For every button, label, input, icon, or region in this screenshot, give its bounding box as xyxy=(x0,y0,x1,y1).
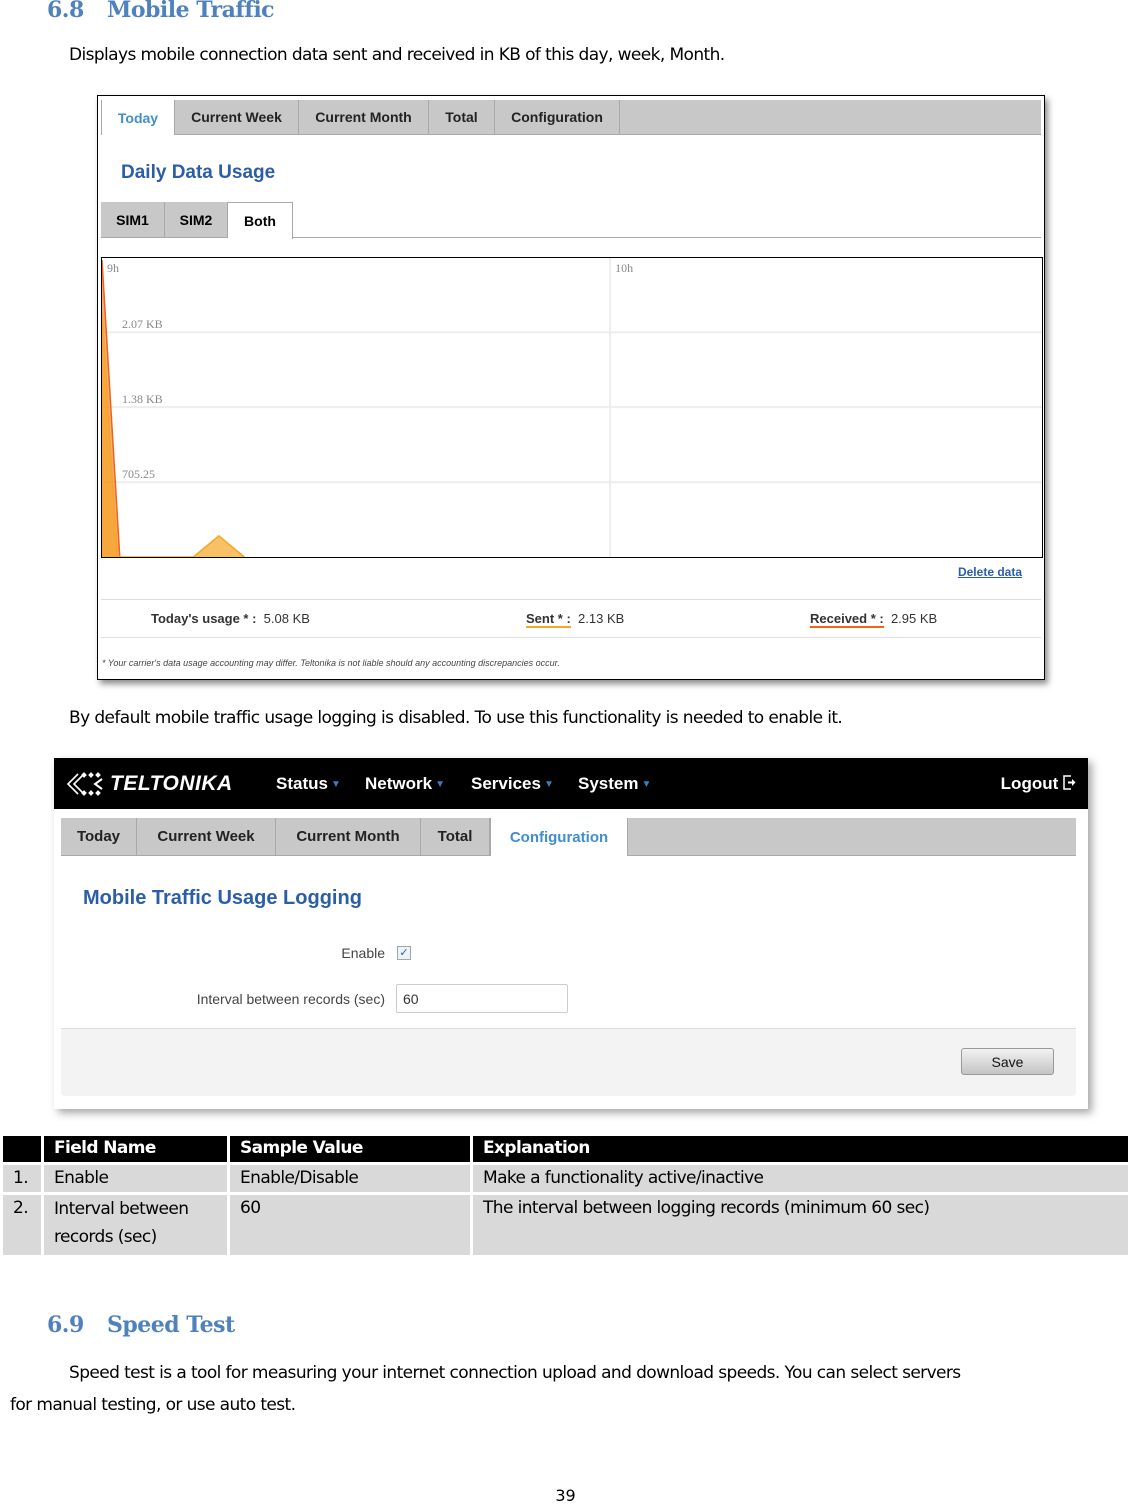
tab-total[interactable]: Total xyxy=(421,818,490,855)
section-title: Mobile Traffic xyxy=(107,0,275,23)
tab-current-month[interactable]: Current Month xyxy=(276,818,421,855)
tab-both[interactable]: Both xyxy=(228,202,293,239)
header-sample-value: Sample Value xyxy=(230,1136,470,1162)
brand-name: TELTONIKA xyxy=(110,772,233,795)
sample-value: Enable/Disable xyxy=(230,1162,470,1192)
series-area-sent xyxy=(102,313,245,557)
table-row: 1. Enable Enable/Disable Make a function… xyxy=(3,1162,1128,1192)
teltonika-logo[interactable]: TELTONIKA xyxy=(64,771,233,797)
sent-value: 2.13 KB xyxy=(578,611,625,626)
teltonika-logo-icon xyxy=(66,772,103,796)
usage-chart: 705.25 1.38 KB 2.07 KB 9h 10h xyxy=(101,257,1043,558)
tab-configuration[interactable]: Configuration xyxy=(495,100,620,134)
config-tabs: Today Current Week Current Month Total C… xyxy=(61,818,1076,856)
configuration-screenshot: TELTONIKA Status ▼ Network ▼ Services ▼ Sys… xyxy=(54,758,1088,1109)
section-number: 6.9 xyxy=(47,1312,84,1338)
mid-paragraph: By default mobile traffic usage logging … xyxy=(69,708,843,728)
logout-label: Logout xyxy=(1000,774,1059,793)
explanation: Make a functionality active/inactive xyxy=(473,1162,1128,1192)
todays-usage-label: Today's usage * : xyxy=(151,611,257,626)
sim-tabs: SIM1 SIM2 Both xyxy=(101,202,1041,239)
nav-status[interactable]: Status ▼ xyxy=(276,774,341,794)
top-navbar: TELTONIKA Status ▼ Network ▼ Services ▼ Sys… xyxy=(54,758,1088,809)
tab-today[interactable]: Today xyxy=(61,818,137,855)
table-header-row: Field Name Sample Value Explanation xyxy=(3,1136,1128,1162)
nav-services[interactable]: Services ▼ xyxy=(471,774,554,794)
form-footer: Save xyxy=(61,1028,1076,1096)
section-title: Speed Test xyxy=(107,1312,235,1338)
speedtest-paragraph-line2: for manual testing, or use auto test. xyxy=(10,1395,296,1415)
nav-system-label: System xyxy=(578,774,639,793)
row-index: 1. xyxy=(3,1162,41,1192)
enable-checkbox[interactable]: ✓ xyxy=(397,946,411,960)
tab-current-week[interactable]: Current Week xyxy=(175,100,299,134)
field-name: Enable xyxy=(44,1162,227,1192)
received-usage: Received * : 2.95 KB xyxy=(810,611,938,628)
disclaimer-note: * Your carrier's data usage accounting m… xyxy=(102,658,560,668)
y-tick-label: 705.25 xyxy=(122,467,155,481)
page-number: 39 xyxy=(555,1486,576,1505)
usage-tabs: Today Current Week Current Month Total C… xyxy=(101,100,1041,135)
nav-system[interactable]: System ▼ xyxy=(578,774,651,794)
divider xyxy=(101,637,1041,638)
tab-configuration[interactable]: Configuration xyxy=(490,818,628,856)
table-row: 2. Interval between records (sec) 60 The… xyxy=(3,1192,1128,1255)
section-heading-6-9: 6.9 Speed Test xyxy=(47,1312,235,1338)
interval-input[interactable] xyxy=(396,984,568,1013)
explanation: The interval between logging records (mi… xyxy=(473,1192,1128,1255)
header-field-name: Field Name xyxy=(44,1136,227,1162)
usage-chart-svg: 705.25 1.38 KB 2.07 KB 9h 10h xyxy=(102,258,1042,557)
page-title: Mobile Traffic Usage Logging xyxy=(83,887,362,909)
field-name: Interval between records (sec) xyxy=(44,1192,227,1255)
tab-current-week[interactable]: Current Week xyxy=(137,818,276,855)
logout-button[interactable]: Logout xyxy=(1001,774,1076,794)
daily-usage-screenshot: Today Current Week Current Month Total C… xyxy=(97,95,1045,680)
x-tick-label: 10h xyxy=(615,261,633,275)
logout-icon xyxy=(1063,775,1076,790)
chevron-down-icon: ▼ xyxy=(330,779,341,791)
field-table: Field Name Sample Value Explanation 1. E… xyxy=(0,1136,1131,1255)
delete-data-link[interactable]: Delete data xyxy=(958,565,1022,579)
tab-current-month[interactable]: Current Month xyxy=(299,100,429,134)
nav-status-label: Status xyxy=(276,774,328,793)
header-explanation: Explanation xyxy=(473,1136,1128,1162)
tab-sim1[interactable]: SIM1 xyxy=(101,202,165,237)
x-tick-label: 9h xyxy=(107,261,119,275)
nav-services-label: Services xyxy=(471,774,541,793)
section-number: 6.8 xyxy=(47,0,84,23)
chevron-down-icon: ▼ xyxy=(641,779,652,791)
save-button[interactable]: Save xyxy=(961,1048,1054,1075)
enable-label: Enable xyxy=(341,945,385,961)
todays-usage: Today's usage * : 5.08 KB xyxy=(151,611,310,626)
section-heading-6-8: 6.8 Mobile Traffic xyxy=(47,0,275,23)
tab-today[interactable]: Today xyxy=(101,100,175,135)
row-index: 2. xyxy=(3,1192,41,1255)
series-line-sent xyxy=(102,313,245,557)
nav-network-label: Network xyxy=(365,774,433,793)
interval-label: Interval between records (sec) xyxy=(196,991,385,1007)
sample-value: 60 xyxy=(230,1192,470,1255)
sent-label: Sent * : xyxy=(526,611,571,628)
sent-usage: Sent * : 2.13 KB xyxy=(526,611,625,628)
page-title: Daily Data Usage xyxy=(121,162,276,183)
chevron-down-icon: ▼ xyxy=(543,779,554,791)
speedtest-paragraph-line1: Speed test is a tool for measuring your … xyxy=(69,1363,961,1383)
intro-paragraph: Displays mobile connection data sent and… xyxy=(69,45,725,65)
tab-total[interactable]: Total xyxy=(429,100,495,134)
divider xyxy=(101,599,1041,600)
header-index xyxy=(3,1136,41,1162)
received-value: 2.95 KB xyxy=(890,611,938,626)
y-tick-label: 1.38 KB xyxy=(122,392,163,406)
todays-usage-value: 5.08 KB xyxy=(263,611,310,626)
tab-sim2[interactable]: SIM2 xyxy=(165,202,228,237)
nav-network[interactable]: Network ▼ xyxy=(365,774,445,794)
y-tick-label: 2.07 KB xyxy=(122,317,163,331)
received-label: Received * : xyxy=(810,611,884,628)
chevron-down-icon: ▼ xyxy=(435,779,445,791)
